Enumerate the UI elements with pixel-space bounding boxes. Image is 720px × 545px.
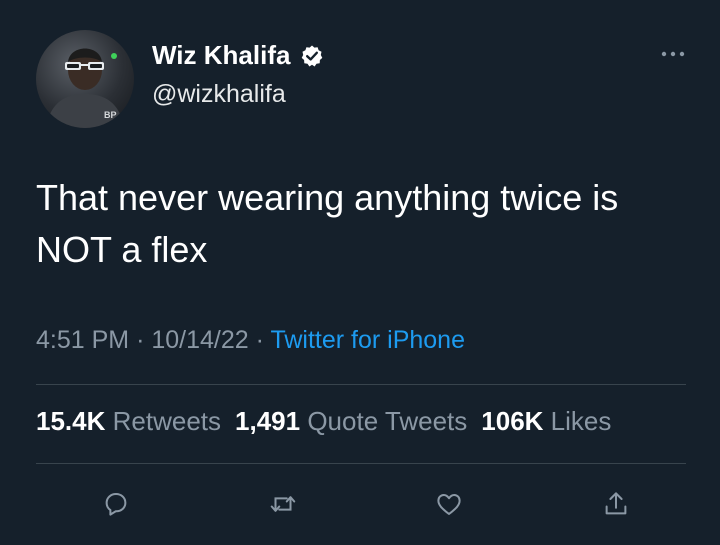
tweet-stats: 15.4K Retweets 1,491 Quote Tweets 106K L… [36, 406, 611, 437]
tweet-date[interactable]: 10/14/22 [151, 326, 248, 354]
tweet-meta: 4:51 PM · 10/14/22 · Twitter for iPhone [36, 326, 465, 355]
reply-icon [105, 493, 127, 516]
retweet-icon [270, 496, 295, 512]
tweet-source-link[interactable]: Twitter for iPhone [270, 326, 465, 354]
divider [36, 463, 686, 464]
share-icon [605, 492, 627, 515]
avatar-image: BP [46, 48, 124, 128]
likes-label: Likes [550, 406, 612, 436]
author-name-row[interactable]: Wiz Khalifa [152, 40, 324, 71]
tweet-detail: BP Wiz Khalifa @wizkhalifa That never we… [0, 0, 720, 545]
likes-stat[interactable]: 106K Likes [481, 406, 611, 437]
tweet-text: That never wearing anything twice is NOT… [36, 177, 619, 270]
meta-separator: · [255, 326, 264, 354]
verified-badge-icon [300, 44, 324, 68]
avatar-badge: BP [104, 110, 117, 120]
author-handle[interactable]: @wizkhalifa [152, 80, 286, 109]
avatar[interactable]: BP [36, 30, 134, 128]
quote-tweets-label: Quote Tweets [307, 406, 468, 436]
tweet-time[interactable]: 4:51 PM [36, 326, 129, 354]
retweets-label: Retweets [112, 406, 222, 436]
quote-tweets-count: 1,491 [235, 406, 301, 436]
more-options-icon[interactable] [658, 46, 688, 62]
likes-count: 106K [481, 406, 544, 436]
retweet-button[interactable] [263, 484, 303, 524]
like-icon [437, 494, 461, 515]
meta-separator: · [136, 326, 145, 354]
reply-button[interactable] [96, 484, 136, 524]
divider [36, 384, 686, 385]
retweets-count: 15.4K [36, 406, 106, 436]
retweets-stat[interactable]: 15.4K Retweets [36, 406, 221, 437]
quote-tweets-stat[interactable]: 1,491 Quote Tweets [235, 406, 467, 437]
display-name[interactable]: Wiz Khalifa [152, 40, 290, 71]
share-button[interactable] [596, 484, 636, 524]
like-button[interactable] [429, 484, 469, 524]
tweet-actions [96, 484, 636, 524]
